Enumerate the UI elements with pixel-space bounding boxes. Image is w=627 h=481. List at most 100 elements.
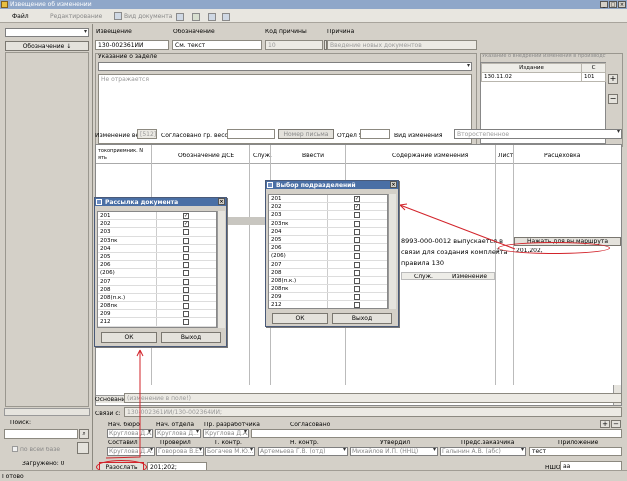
list-item-checkbox[interactable]: [183, 311, 189, 318]
backlog-combo[interactable]: [98, 62, 472, 71]
list-item-checkbox[interactable]: [354, 294, 360, 301]
add-agree-button[interactable]: +: [600, 420, 610, 428]
list-item-checkbox[interactable]: [354, 220, 360, 227]
list-item[interactable]: 206: [269, 244, 387, 253]
list-item[interactable]: 208пк: [269, 285, 387, 294]
reason-code-field[interactable]: 10: [265, 40, 323, 50]
list-item[interactable]: 203пк: [98, 236, 216, 245]
list-item-checkbox[interactable]: [354, 261, 360, 268]
sign2-checker-combo[interactable]: Говорова В.Е...: [156, 447, 204, 456]
list-item[interactable]: 204: [269, 227, 387, 236]
list-item-checkbox[interactable]: [183, 270, 189, 277]
list-item[interactable]: 212: [269, 301, 387, 308]
remove-impl-button[interactable]: −: [608, 94, 618, 104]
list-item-checkbox[interactable]: [183, 278, 189, 285]
list-item[interactable]: 212: [98, 318, 216, 327]
list-item-checkbox[interactable]: [354, 286, 360, 293]
links-field[interactable]: 130-002361ИИ/130-002364ИИ;: [124, 407, 622, 417]
list-item[interactable]: 203пк: [269, 219, 387, 228]
sign-bureau-combo[interactable]: Круглова Д.А.: [107, 429, 153, 438]
reason-field[interactable]: Введение новых документов: [327, 40, 477, 50]
by-tree-checkbox[interactable]: [12, 446, 18, 452]
sign-dept-combo[interactable]: Круглова Д...: [155, 429, 201, 438]
filter-combo[interactable]: [5, 28, 89, 37]
sign2-customer-combo[interactable]: Галынин А.В. (абс): [440, 447, 526, 456]
list-item[interactable]: 203: [98, 228, 216, 237]
menu-doc-view[interactable]: Вид документа: [124, 13, 172, 20]
minimize-button[interactable]: _: [600, 1, 608, 8]
designation-field[interactable]: См. текст: [172, 40, 262, 50]
change-type-combo[interactable]: Второстепенное: [454, 129, 622, 139]
list-item[interactable]: 208(п.к.): [269, 276, 387, 286]
copy-icon[interactable]: [176, 13, 184, 21]
remove-agree-button[interactable]: −: [611, 420, 621, 428]
list-item[interactable]: 208: [269, 268, 387, 277]
attachment-field[interactable]: тест: [529, 447, 622, 456]
list-item-checkbox[interactable]: [183, 319, 189, 326]
dept-field[interactable]: [360, 129, 390, 139]
list-item-checkbox[interactable]: [354, 302, 360, 308]
list-item[interactable]: 209: [98, 310, 216, 319]
list-item[interactable]: 205: [269, 235, 387, 245]
list-item[interactable]: 208: [98, 285, 216, 294]
menu-file[interactable]: Файл: [12, 13, 29, 20]
departments-exit-button[interactable]: Выход: [332, 313, 392, 324]
list-item-checkbox[interactable]: [183, 303, 189, 310]
list-item[interactable]: 207: [269, 260, 387, 269]
list-item-checkbox[interactable]: [183, 245, 189, 252]
maximize-button[interactable]: □: [609, 1, 617, 8]
list-item[interactable]: 201 ✓: [98, 212, 216, 221]
list-item[interactable]: 202 ✓: [98, 220, 216, 229]
departments-list[interactable]: 201 ✓ 202 ✓ 203 203пк 204 205 206 (206) 207 208 208(…: [268, 194, 388, 309]
weight-field[interactable]: [512]: [137, 129, 157, 139]
list-item[interactable]: 202 ✓: [269, 203, 387, 212]
list-item[interactable]: 208(п.к.): [98, 293, 216, 303]
list-item-checkbox[interactable]: [183, 286, 189, 293]
save-icon[interactable]: [208, 13, 216, 21]
departments-ok-button[interactable]: ОК: [272, 313, 328, 324]
distribution-ok-button[interactable]: ОК: [101, 332, 157, 343]
list-item[interactable]: 205: [98, 252, 216, 262]
list-item-checkbox[interactable]: ✓: [354, 204, 360, 211]
designation-sort-button[interactable]: Обозначение ↓: [5, 41, 89, 51]
list-item[interactable]: (206): [269, 252, 387, 261]
list-item-checkbox[interactable]: [183, 229, 189, 236]
print-icon[interactable]: [222, 13, 230, 21]
search-input[interactable]: [4, 429, 78, 439]
departments-scrollbar[interactable]: [388, 194, 396, 309]
distribution-exit-button[interactable]: Выход: [161, 332, 221, 343]
agreed-weights-field[interactable]: [227, 129, 275, 139]
horizontal-scrollbar[interactable]: [4, 408, 90, 416]
sign-developer-combo[interactable]: Круглова Д.А.: [203, 429, 249, 438]
close-icon[interactable]: ×: [390, 181, 397, 188]
list-item-checkbox[interactable]: ✓: [354, 196, 360, 202]
list-item-checkbox[interactable]: ✓: [183, 221, 189, 228]
list-item[interactable]: 206: [98, 261, 216, 270]
list-item-checkbox[interactable]: [183, 294, 189, 301]
sign2-approved-combo[interactable]: Михайлов И.П. (ННЦ): [350, 447, 438, 456]
document-list[interactable]: [5, 52, 89, 407]
list-item[interactable]: (206): [98, 269, 216, 278]
refresh-button[interactable]: [77, 442, 89, 454]
list-item-checkbox[interactable]: [354, 253, 360, 260]
list-item-checkbox[interactable]: [354, 236, 360, 243]
letter-number-button[interactable]: Номер письма: [278, 129, 334, 139]
sign-agreed-field[interactable]: [251, 429, 622, 438]
list-item-checkbox[interactable]: ✓: [183, 213, 189, 219]
list-item-checkbox[interactable]: [183, 253, 189, 260]
sign2-compiler-combo[interactable]: Круглова Д.А.: [107, 447, 155, 456]
list-item[interactable]: 203: [269, 211, 387, 220]
sign2-ncontrol-combo[interactable]: Артемьева Г.В. (отд): [258, 447, 348, 456]
menu-edit[interactable]: Редактирование: [50, 13, 102, 20]
distribution-scrollbar[interactable]: [217, 211, 225, 328]
list-item[interactable]: 204: [98, 244, 216, 253]
list-item-checkbox[interactable]: [354, 277, 360, 284]
list-item[interactable]: 201 ✓: [269, 195, 387, 204]
notice-field[interactable]: 130-002361ИИ: [95, 40, 169, 50]
list-item[interactable]: 208пк: [98, 302, 216, 311]
add-impl-button[interactable]: +: [608, 74, 618, 84]
close-button[interactable]: ×: [618, 1, 626, 8]
list-item-checkbox[interactable]: [183, 237, 189, 244]
list-item-checkbox[interactable]: [354, 228, 360, 235]
list-item-checkbox[interactable]: [354, 245, 360, 252]
